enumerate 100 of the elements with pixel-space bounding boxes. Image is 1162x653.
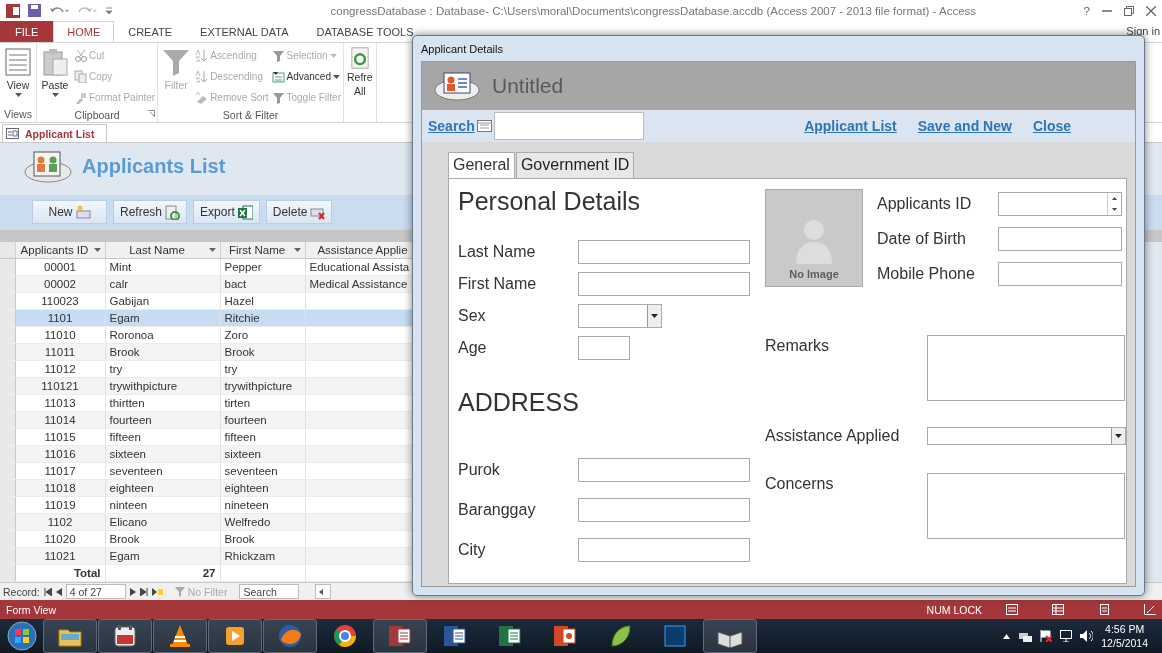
text-field[interactable] (578, 498, 750, 522)
funnel-icon (271, 91, 285, 104)
table-cell: 110023 (15, 292, 105, 310)
text-area[interactable] (927, 335, 1125, 401)
table-cell: nineteen (220, 496, 305, 514)
copy-icon (74, 70, 87, 83)
table-cell: Brook (220, 530, 305, 548)
taskbar-button[interactable] (153, 619, 207, 653)
table-cell: fifteen (220, 428, 305, 446)
sign-in-link[interactable]: Sign in (1126, 25, 1160, 37)
field-label: Date of Birth (877, 230, 967, 248)
group-label: Sort & Filter (222, 108, 279, 121)
scissors-icon (74, 49, 87, 62)
toolbar-button[interactable]: Export (193, 200, 260, 225)
previous-record-icon (55, 587, 62, 596)
table-cell: Zoro (220, 326, 305, 344)
dropdown-field[interactable] (927, 427, 1126, 445)
new-record-icon (151, 587, 163, 596)
help-button[interactable]: ? (1083, 4, 1090, 17)
ribbon-button[interactable]: View (2, 46, 34, 98)
nav-link[interactable]: Applicant List (804, 118, 897, 134)
text-field[interactable] (578, 336, 630, 360)
field-label: First Name (458, 275, 538, 293)
table-cell: 11012 (15, 360, 105, 378)
table-cell: 11010 (15, 326, 105, 344)
table-cell: seventeen (105, 462, 220, 480)
ribbon-tab[interactable]: HOME (53, 21, 115, 42)
field-label: Assistance Applied (765, 427, 901, 445)
nav-link[interactable]: Close (1032, 118, 1071, 134)
down-arrow-icon (1112, 208, 1117, 211)
tile-icon (111, 622, 139, 650)
text-field[interactable] (578, 272, 750, 296)
column-header[interactable]: Applicants ID (15, 242, 105, 259)
field-label: City (458, 541, 487, 559)
nav-link[interactable]: Save and New (917, 118, 1012, 134)
ribbon-button[interactable]: Advanced (271, 67, 341, 86)
field-label: Applicants ID (877, 195, 973, 213)
square-icon (661, 622, 689, 650)
taskbar-button[interactable] (373, 619, 427, 653)
flag-icon (1040, 630, 1053, 642)
text-field[interactable] (578, 458, 750, 482)
table-cell: Mint (105, 258, 220, 276)
field-label: Concerns (765, 474, 835, 493)
taskbar-button[interactable] (208, 619, 262, 653)
caret-icon (1115, 434, 1122, 438)
ribbon-button[interactable]: Paste (39, 46, 71, 98)
ribbon-tab[interactable]: CREATE (114, 21, 187, 42)
toolbar-button[interactable]: Delete (265, 200, 333, 225)
eraser-icon (195, 91, 209, 104)
document-tab[interactable]: Applicant List (2, 124, 108, 142)
search-field[interactable]: Search (239, 584, 300, 599)
text-field[interactable] (578, 538, 750, 562)
ribbon-button[interactable]: Refre All (345, 46, 374, 98)
ribbon-tab[interactable]: DATABASE TOOLS (302, 21, 428, 42)
save-icon (28, 4, 41, 17)
sort-icon (195, 70, 209, 83)
minimize-icon (1102, 9, 1112, 12)
clock-time: 4:56 PM (1105, 622, 1145, 636)
taskbar-button[interactable] (98, 619, 152, 653)
calendar-icon (476, 120, 492, 132)
number-field[interactable] (998, 192, 1122, 216)
scroll-left-button[interactable] (315, 584, 332, 599)
text-area[interactable] (927, 473, 1125, 539)
caret-icon (651, 314, 658, 318)
search-link[interactable]: Search (428, 118, 492, 134)
form-icon (271, 70, 285, 83)
field-label: Age (458, 339, 488, 357)
ribbon-tab[interactable]: EXTERNAL DATA (186, 21, 303, 42)
column-header[interactable]: First Name (220, 242, 305, 259)
customize-icon (105, 5, 113, 16)
text-field[interactable] (998, 227, 1122, 251)
network-icon (1018, 630, 1033, 642)
caret-icon (93, 248, 101, 252)
taskbar-button[interactable] (703, 619, 757, 653)
search-field[interactable] (493, 112, 644, 140)
text-field[interactable] (578, 240, 750, 264)
caret-icon (14, 93, 22, 97)
form-tab[interactable]: General (448, 152, 515, 178)
record-number-field[interactable]: 4 of 27 (65, 584, 126, 599)
database-icon (6, 3, 20, 18)
status-indicator: NUM LOCK (926, 603, 982, 616)
caret-icon (333, 74, 340, 79)
taskbar-button[interactable] (43, 619, 97, 653)
record-label: Record: (3, 585, 40, 598)
dropdown-field[interactable] (578, 304, 662, 328)
toolbar-button[interactable]: Refresh (113, 200, 188, 225)
group-label: Clipboard (74, 108, 120, 121)
ring-icon (331, 622, 359, 650)
ribbon-tab[interactable]: FILE (0, 21, 54, 42)
form-tab[interactable]: Government ID (515, 152, 635, 178)
funnel-icon (271, 49, 285, 62)
toolbar-button[interactable]: New (32, 200, 107, 225)
globe-icon (276, 622, 304, 650)
table-cell: 00001 (15, 258, 105, 276)
table-cell: tirten (220, 394, 305, 412)
last-record-icon (139, 587, 148, 596)
text-field[interactable] (998, 262, 1122, 286)
column-header[interactable]: Last Name (105, 242, 220, 259)
dialog-title: Applicant Details (421, 42, 503, 55)
caret-icon (208, 248, 216, 252)
